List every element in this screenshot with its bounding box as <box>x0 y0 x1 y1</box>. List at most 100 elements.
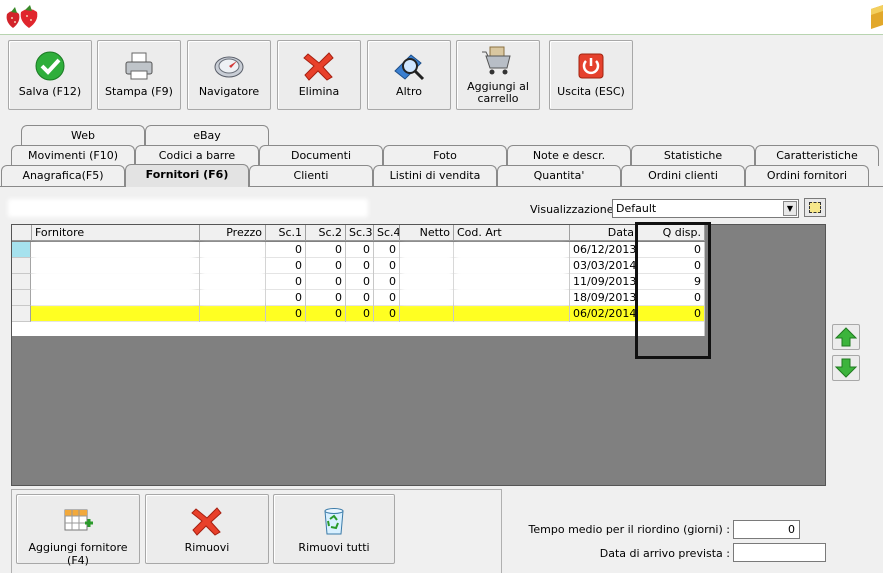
printer-icon <box>125 52 153 80</box>
cell-data[interactable]: 06/02/2014 <box>570 306 638 322</box>
add-supplier-button[interactable]: Aggiungi fornitore (F4) <box>16 494 140 567</box>
cell-sc3[interactable]: 0 <box>346 258 374 274</box>
redacted-cells <box>402 244 452 304</box>
remove-all-button[interactable]: Rimuovi tutti <box>273 494 395 564</box>
cell-sc1[interactable]: 0 <box>266 242 306 258</box>
tab-clienti[interactable]: Clienti <box>249 165 373 186</box>
title-bar <box>0 0 883 35</box>
header-sc3[interactable]: Sc.3 <box>346 225 374 241</box>
cell-codart[interactable] <box>454 306 570 322</box>
header-prezzo[interactable]: Prezzo <box>200 225 266 241</box>
cell-sc4[interactable]: 0 <box>374 258 400 274</box>
tab-ebay[interactable]: eBay <box>145 125 269 146</box>
arrival-date-input[interactable] <box>733 543 826 562</box>
row-indicator[interactable] <box>12 258 31 274</box>
header-sc1[interactable]: Sc.1 <box>266 225 306 241</box>
cell-data[interactable]: 11/09/2013 <box>570 274 638 290</box>
recycle-bin-icon <box>324 508 344 535</box>
tab-codici-a-barre[interactable]: Codici a barre <box>135 145 259 166</box>
check-icon <box>35 51 65 81</box>
delete-button[interactable]: Elimina <box>277 40 361 110</box>
redacted-product-name <box>8 199 368 217</box>
cell-data[interactable]: 03/03/2014 <box>570 258 638 274</box>
cell-sc4[interactable]: 0 <box>374 242 400 258</box>
add-to-cart-button[interactable]: Aggiungi al carrello <box>456 40 540 110</box>
exit-button[interactable]: Uscita (ESC) <box>549 40 633 110</box>
red-x-icon <box>303 52 334 81</box>
print-button[interactable]: Stampa (F9) <box>97 40 181 110</box>
arrow-down-icon <box>834 358 858 378</box>
cell-sc2[interactable]: 0 <box>306 274 346 290</box>
cell-netto[interactable] <box>400 306 454 322</box>
cell-fornitore[interactable] <box>32 306 200 322</box>
cell-sc1[interactable]: 0 <box>266 258 306 274</box>
row-indicator[interactable] <box>12 306 31 322</box>
cell-sc3[interactable]: 0 <box>346 274 374 290</box>
redacted-cells <box>202 244 264 304</box>
arrival-date-label: Data di arrivo prevista : <box>599 547 730 560</box>
cell-sc2[interactable]: 0 <box>306 242 346 258</box>
tab-web[interactable]: Web <box>21 125 145 146</box>
tab-quantita[interactable]: Quantita' <box>497 165 621 186</box>
move-up-button[interactable] <box>832 324 860 350</box>
tab-ordini-clienti[interactable]: Ordini clienti <box>621 165 745 186</box>
tab-listini-di-vendita[interactable]: Listini di vendita <box>373 165 497 186</box>
magnifier-icon <box>394 54 425 81</box>
power-icon <box>578 53 604 79</box>
strawberry-icon <box>6 5 38 28</box>
row-indicator[interactable] <box>12 274 31 290</box>
q-disp-highlight <box>635 222 711 359</box>
header-sc2[interactable]: Sc.2 <box>306 225 346 241</box>
cell-sc1[interactable]: 0 <box>266 290 306 306</box>
red-x-icon <box>191 507 222 536</box>
header-fornitore[interactable]: Fornitore <box>32 225 200 241</box>
header-netto[interactable]: Netto <box>400 225 454 241</box>
cell-sc4[interactable]: 0 <box>374 274 400 290</box>
cell-prezzo[interactable] <box>200 306 266 322</box>
remove-button[interactable]: Rimuovi <box>145 494 269 564</box>
other-button[interactable]: Altro <box>367 40 451 110</box>
arrow-up-icon <box>834 327 858 347</box>
tab-statistiche[interactable]: Statistiche <box>631 145 755 166</box>
tab-strip: Web eBay Movimenti (F10) Codici a barre … <box>0 120 883 190</box>
cell-sc2[interactable]: 0 <box>306 290 346 306</box>
navigator-button[interactable]: Navigatore <box>187 40 271 110</box>
remove-label: Rimuovi <box>184 541 230 554</box>
save-button[interactable]: Salva (F12) <box>8 40 92 110</box>
cell-data[interactable]: 06/12/2013 <box>570 242 638 258</box>
table-row[interactable]: 0 0 0 0 06/02/2014 0 <box>12 306 705 322</box>
reorder-time-input[interactable]: 0 <box>733 520 800 539</box>
tab-documenti[interactable]: Documenti <box>259 145 383 166</box>
tab-ordini-fornitori[interactable]: Ordini fornitori <box>745 165 869 186</box>
view-settings-button[interactable] <box>804 198 826 217</box>
cell-sc4[interactable]: 0 <box>374 290 400 306</box>
redacted-cells <box>34 244 194 304</box>
tab-note-e-descr[interactable]: Note e descr. <box>507 145 631 166</box>
cell-sc3[interactable]: 0 <box>346 242 374 258</box>
header-data[interactable]: Data <box>570 225 638 241</box>
cell-sc2[interactable]: 0 <box>306 306 346 322</box>
row-indicator[interactable] <box>12 242 31 258</box>
chevron-down-icon[interactable]: ▼ <box>783 201 797 216</box>
toolbar: Salva (F12) Stampa (F9) Navigatore Elimi… <box>0 36 883 114</box>
cell-sc3[interactable]: 0 <box>346 306 374 322</box>
header-cod-art[interactable]: Cod. Art <box>454 225 570 241</box>
cell-sc4[interactable]: 0 <box>374 306 400 322</box>
cell-sc3[interactable]: 0 <box>346 290 374 306</box>
cell-sc2[interactable]: 0 <box>306 258 346 274</box>
view-label: Visualizzazione : <box>530 203 621 216</box>
cell-data[interactable]: 18/09/2013 <box>570 290 638 306</box>
row-indicator[interactable] <box>12 290 31 306</box>
tab-fornitori[interactable]: Fornitori (F6) <box>125 164 249 187</box>
cell-sc1[interactable]: 0 <box>266 274 306 290</box>
view-select-value: Default <box>616 202 657 215</box>
tab-movimenti[interactable]: Movimenti (F10) <box>11 145 135 166</box>
move-down-button[interactable] <box>832 355 860 381</box>
grid-empty-row <box>12 322 705 336</box>
tab-caratteristiche[interactable]: Caratteristiche <box>755 145 879 166</box>
tab-anagrafica[interactable]: Anagrafica(F5) <box>1 165 125 186</box>
cell-sc1[interactable]: 0 <box>266 306 306 322</box>
view-select[interactable]: Default ▼ <box>612 199 799 218</box>
header-sc4[interactable]: Sc.4 <box>374 225 400 241</box>
tab-foto[interactable]: Foto <box>383 145 507 166</box>
